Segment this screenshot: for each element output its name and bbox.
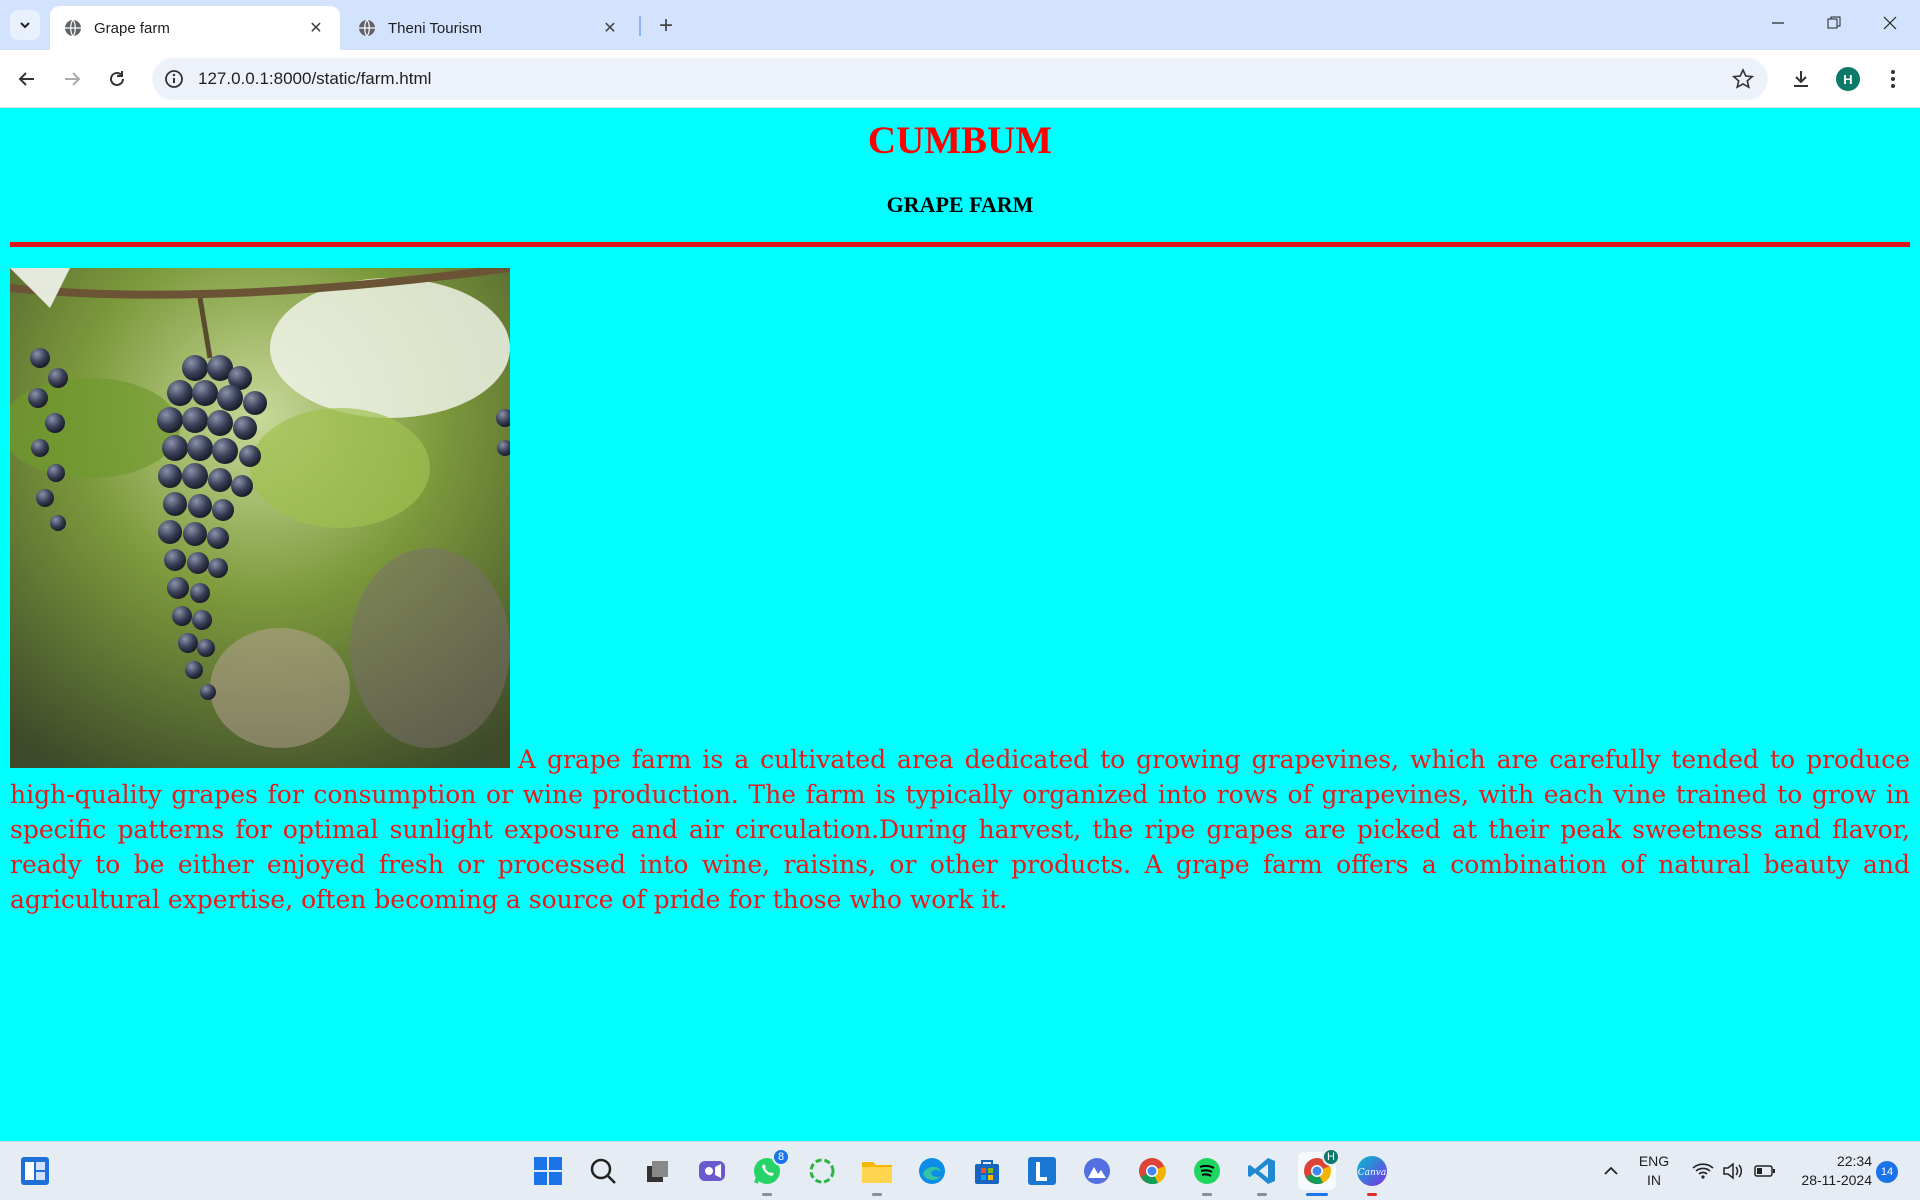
tab-grape-farm[interactable]: Grape farm ✕ (50, 6, 340, 50)
restore-button[interactable] (1806, 0, 1862, 46)
running-indicator (1257, 1193, 1267, 1196)
mountain-app[interactable] (1078, 1152, 1116, 1190)
bookmark-star-icon[interactable] (1732, 68, 1754, 90)
menu-button[interactable] (1876, 62, 1910, 96)
tab-search-button[interactable] (10, 10, 40, 40)
spotify-icon (1194, 1158, 1220, 1184)
search-icon (590, 1158, 616, 1184)
canva-app[interactable]: Canva (1353, 1152, 1391, 1196)
task-view-button[interactable] (638, 1152, 676, 1190)
folder-icon (862, 1162, 892, 1183)
windows-logo-icon (534, 1157, 562, 1185)
battery-icon (1754, 1165, 1775, 1177)
chevron-up-icon (1604, 1166, 1618, 1175)
more-vertical-icon (1891, 70, 1895, 88)
language-code: ENG (1638, 1153, 1670, 1169)
task-view-icon (647, 1161, 668, 1182)
close-window-button[interactable] (1862, 0, 1918, 46)
close-icon (1883, 16, 1897, 30)
taskbar: 8 H Canva ENG IN 22:34 28-11-2024 14 (0, 1141, 1920, 1200)
running-indicator (1367, 1193, 1377, 1196)
notification-badge: 8 (772, 1148, 790, 1166)
minimize-icon (1772, 22, 1784, 24)
widgets-icon (21, 1157, 49, 1185)
url-text[interactable]: 127.0.0.1:8000/static/farm.html (198, 69, 1732, 89)
show-hidden-icons-button[interactable] (1592, 1152, 1630, 1190)
spotify-app[interactable] (1188, 1152, 1226, 1196)
horizontal-divider (10, 242, 1910, 247)
browser-tab-bar: Grape farm ✕ Theni Tourism ✕ + (0, 0, 1920, 50)
globe-icon (359, 19, 375, 37)
download-icon (1794, 71, 1808, 87)
tab-theni-tourism[interactable]: Theni Tourism ✕ (344, 6, 634, 50)
edge-app[interactable] (913, 1152, 951, 1190)
reload-button[interactable] (100, 62, 134, 96)
clock-date: 28-11-2024 (1801, 1172, 1872, 1188)
running-indicator (872, 1193, 882, 1196)
meet-app[interactable] (693, 1152, 731, 1190)
globe-icon (65, 19, 81, 37)
page-subtitle: GRAPE FARM (886, 192, 1034, 217)
downloads-button[interactable] (1784, 62, 1818, 96)
store-bag-icon (975, 1160, 999, 1184)
browser-toolbar: 127.0.0.1:8000/static/farm.html H (0, 50, 1920, 108)
vscode-app[interactable] (1243, 1152, 1281, 1196)
video-chat-icon (699, 1161, 725, 1181)
edge-browser-icon (919, 1158, 945, 1184)
new-tab-button[interactable]: + (652, 12, 680, 40)
loader-app[interactable] (803, 1152, 841, 1190)
forward-button[interactable] (55, 62, 89, 96)
chrome-icon (1139, 1158, 1166, 1185)
file-explorer-app[interactable] (858, 1152, 896, 1196)
restore-icon (1827, 16, 1841, 29)
quick-settings-button[interactable] (1682, 1152, 1786, 1190)
clock[interactable]: 22:34 28-11-2024 (1786, 1152, 1872, 1190)
page-content: CUMBUM GRAPE FARM A grape farm is a cult… (0, 108, 1920, 1141)
letter-l-icon (1028, 1157, 1056, 1185)
canva-wordmark: Canva (1358, 1168, 1387, 1178)
volume-icon (1723, 1162, 1743, 1180)
language-indicator[interactable]: ENG IN (1636, 1152, 1672, 1190)
minimize-button[interactable] (1750, 0, 1806, 46)
chevron-down-icon (20, 22, 30, 29)
description-paragraph: A grape farm is a cultivated area dedica… (10, 745, 1910, 914)
widgets-button[interactable] (16, 1152, 54, 1190)
running-indicator (1202, 1193, 1212, 1196)
close-tab-icon[interactable]: ✕ (600, 18, 620, 38)
arrow-left-icon (18, 72, 34, 86)
site-info-icon[interactable] (164, 69, 184, 89)
search-button[interactable] (584, 1152, 622, 1190)
close-tab-icon[interactable]: ✕ (306, 18, 326, 38)
circular-loader-icon (809, 1158, 835, 1184)
canva-icon: Canva (1357, 1156, 1387, 1186)
whatsapp-app[interactable]: 8 (748, 1148, 790, 1196)
store-app[interactable] (968, 1152, 1006, 1190)
mountain-logo-icon (1084, 1158, 1110, 1184)
tab-separator (639, 16, 641, 36)
vscode-icon (1248, 1158, 1275, 1184)
clock-time: 22:34 (1836, 1153, 1872, 1169)
profile-badge: H (1322, 1148, 1340, 1166)
chrome-app[interactable] (1133, 1152, 1171, 1190)
tab-title: Theni Tourism (388, 19, 482, 37)
arrow-right-icon (65, 72, 81, 86)
region-code: IN (1647, 1172, 1661, 1188)
reload-icon (110, 71, 124, 86)
chrome-profile-app[interactable]: H (1298, 1148, 1340, 1196)
tab-title: Grape farm (94, 19, 170, 37)
start-button[interactable] (529, 1152, 567, 1190)
notification-count-badge[interactable]: 14 (1876, 1161, 1898, 1183)
grape-vine-image (10, 268, 510, 768)
page-title: CUMBUM (867, 119, 1053, 162)
wifi-icon (1692, 1163, 1714, 1179)
content-block: A grape farm is a cultivated area dedica… (10, 268, 1910, 917)
address-bar[interactable]: 127.0.0.1:8000/static/farm.html (152, 58, 1768, 100)
profile-avatar[interactable]: H (1836, 67, 1860, 91)
back-button[interactable] (10, 62, 44, 96)
active-indicator (1306, 1193, 1328, 1196)
l-app[interactable] (1023, 1152, 1061, 1190)
running-indicator (762, 1193, 772, 1196)
